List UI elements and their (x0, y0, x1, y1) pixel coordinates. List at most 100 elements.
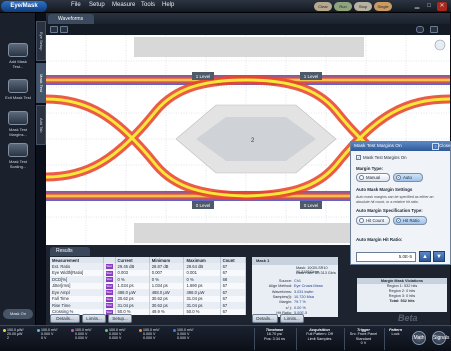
maximum-value: 50.0 % (183, 308, 221, 315)
mask-stat-value: 10.720 Msa (294, 294, 314, 299)
layout-single-icon[interactable] (50, 26, 58, 33)
channel-6-settings[interactable]: 100.0 mV/0.000 V 0.000 V (172, 328, 204, 350)
channel-color-icon (139, 329, 142, 332)
trigger-status[interactable]: Trigger Src: Front Panel Standard 0 V (344, 328, 382, 350)
acquisition-status[interactable]: Acquisition Full Pattern: Off Limit Samp… (296, 328, 342, 350)
channel-setting-text: 0.000 V (143, 336, 156, 341)
mask-stat-label: Waveforms: (271, 289, 292, 294)
increase-ratio-button[interactable]: ▲ (419, 251, 431, 262)
menu-setup[interactable]: Setup (89, 2, 105, 8)
mask-stat-label: Source: (278, 279, 292, 283)
mask-stat-label: Margin: (279, 300, 292, 305)
maximize-icon[interactable]: □ (424, 2, 434, 11)
auto-settings-label: Auto Mask Margin Settings (356, 187, 413, 192)
timebase-status[interactable]: Timebase 16.70 ps/ Pos: 3.34 ns (254, 328, 294, 350)
camera-icon[interactable] (416, 26, 424, 33)
app-logo[interactable]: Eye/Mask (1, 1, 47, 12)
checkbox-checked-icon: ✓ (356, 155, 361, 161)
mask-limits-button[interactable]: Limits... (280, 314, 304, 323)
level-label-bottom-left: 0 Level (196, 203, 211, 208)
results-details-button[interactable]: Details... (50, 314, 80, 323)
scaling-icon (8, 143, 28, 157)
status-bar: 100.0 μW/20.00 μW 2 100.0 mV/0.000 V0 V 100… (0, 325, 451, 351)
radio-icon (359, 175, 364, 181)
channel-color-icon (37, 329, 40, 332)
exit-mask-icon (8, 79, 28, 93)
margins-on-checkbox[interactable]: ✓ Mask Test Margins On (356, 155, 407, 161)
channel-color-icon (105, 329, 108, 332)
waveform-toolbar (46, 24, 450, 35)
source-swatch-label: Stat (105, 303, 113, 309)
channel-setting-text: 0 V (41, 336, 47, 341)
mask-data-rate: Data Rate: 10.313 Gb/s (296, 271, 336, 275)
source-swatch-label: Stat (105, 264, 113, 270)
hit-ratio-label: Auto Margin Hit Ratio: (356, 237, 403, 242)
margin-type-auto[interactable]: Auto (393, 173, 423, 182)
mask-stat-label: Align Method: (268, 284, 292, 289)
channel-color-icon (71, 329, 74, 332)
minimum-value: 49.9 % (149, 308, 185, 315)
results-table: Measurement Current Minimum Maximum Coun… (50, 257, 247, 315)
mask-stat-value: Eye Crows Mean (294, 284, 323, 289)
layout-split-icon[interactable] (60, 26, 68, 33)
menu-help[interactable]: Help (162, 2, 174, 8)
spec-type-label: Auto Margin Specification Type: (356, 208, 423, 213)
exit-mask-test-button[interactable]: Exit Mask Test (4, 79, 32, 100)
source-swatch-label: Stat (105, 290, 113, 296)
add-mask-test-button[interactable]: Add Mask Test... (4, 43, 32, 69)
signals-button[interactable]: Signals (432, 331, 449, 345)
minimize-icon[interactable]: ▁ (412, 2, 422, 11)
tab-eye-setup[interactable]: Eye Setup (36, 21, 46, 61)
tab-mask-test[interactable]: Mask Test (36, 63, 46, 103)
mask-details-button[interactable]: Details... (252, 314, 278, 323)
results-setup-button[interactable]: Setup... (108, 314, 132, 323)
spec-type-hit-count[interactable]: Hit Count (356, 216, 390, 225)
radio-selected-icon (396, 175, 401, 181)
clear-button[interactable]: Clear (314, 2, 332, 11)
source-swatch-label: Stat (105, 277, 113, 283)
close-icon[interactable]: ✕ (437, 2, 447, 11)
channel-5-settings[interactable]: 100.0 mV/0.000 V 0.000 V (138, 328, 170, 350)
menu-bar: Eye/Mask File Setup Measure Tools Help C… (0, 0, 451, 13)
menu-file[interactable]: File (71, 2, 81, 8)
dialog-close-button[interactable]: Close (439, 142, 451, 150)
count-value: 67 (220, 308, 247, 315)
channel-setting-text: 2 (7, 336, 9, 341)
mask-test-scaling-button[interactable]: Mask Test Scaling... (4, 143, 32, 169)
mask-summary-title: Mask 1 (252, 257, 338, 265)
math-button[interactable]: Math (412, 331, 426, 345)
mask-tools-sidebar: Add Mask Test... Exit Mask Test Mask Tes… (0, 13, 36, 325)
save-icon[interactable] (430, 26, 438, 33)
decrease-ratio-button[interactable]: ▼ (433, 251, 445, 262)
channel-2-settings[interactable]: 100.0 mV/0.000 V0 V (36, 328, 68, 350)
pattern-status[interactable]: Pattern Lock (384, 328, 406, 350)
mask-on-button[interactable]: Mask On (3, 309, 33, 319)
single-button[interactable]: Single (374, 2, 392, 11)
mask-margins-dialog: Mask Test Margins On ? Close ✓ Mask Test … (350, 141, 451, 265)
help-icon[interactable]: ? (432, 143, 439, 150)
spec-type-hit-ratio[interactable]: Hit Ratio (393, 216, 427, 225)
channel-4-settings[interactable]: 100.0 mV/0.000 V 0.000 V (104, 328, 136, 350)
margin-type-label: Margin Type: (356, 166, 383, 171)
level-label-top-left: 1 Level (196, 74, 211, 79)
source-swatch-label: Stat (105, 296, 113, 302)
tab-waveforms[interactable]: Waveforms (48, 14, 94, 24)
hit-ratio-input[interactable]: 5.0E-5 (356, 252, 416, 262)
tab-results[interactable]: Results (50, 247, 90, 256)
results-limits-button[interactable]: Limits... (82, 314, 106, 323)
mask-stat-label: x/ ): (285, 305, 292, 310)
channel-3-settings[interactable]: 100.0 mV/0.000 V 0.000 V (70, 328, 102, 350)
radio-selected-icon (396, 218, 401, 224)
margin-violations-panel: Margin Mask Violations Region 1: 532 hit… (357, 278, 447, 312)
radio-icon (359, 218, 364, 224)
menu-tools[interactable]: Tools (141, 2, 155, 8)
menu-measure[interactable]: Measure (112, 2, 135, 8)
tab-add[interactable]: Add Tab (36, 105, 46, 145)
channel-1-settings[interactable]: 100.0 μW/20.00 μW 2 (2, 328, 34, 350)
run-button[interactable]: Run (334, 2, 352, 11)
stop-button[interactable]: Stop (354, 2, 372, 11)
violation-total: Total: 532 hits (389, 299, 415, 303)
mask-test-margins-button[interactable]: Mask Test Margins... (4, 111, 32, 137)
beta-watermark: Beta (398, 313, 418, 323)
margin-type-manual[interactable]: Manual (356, 173, 390, 182)
